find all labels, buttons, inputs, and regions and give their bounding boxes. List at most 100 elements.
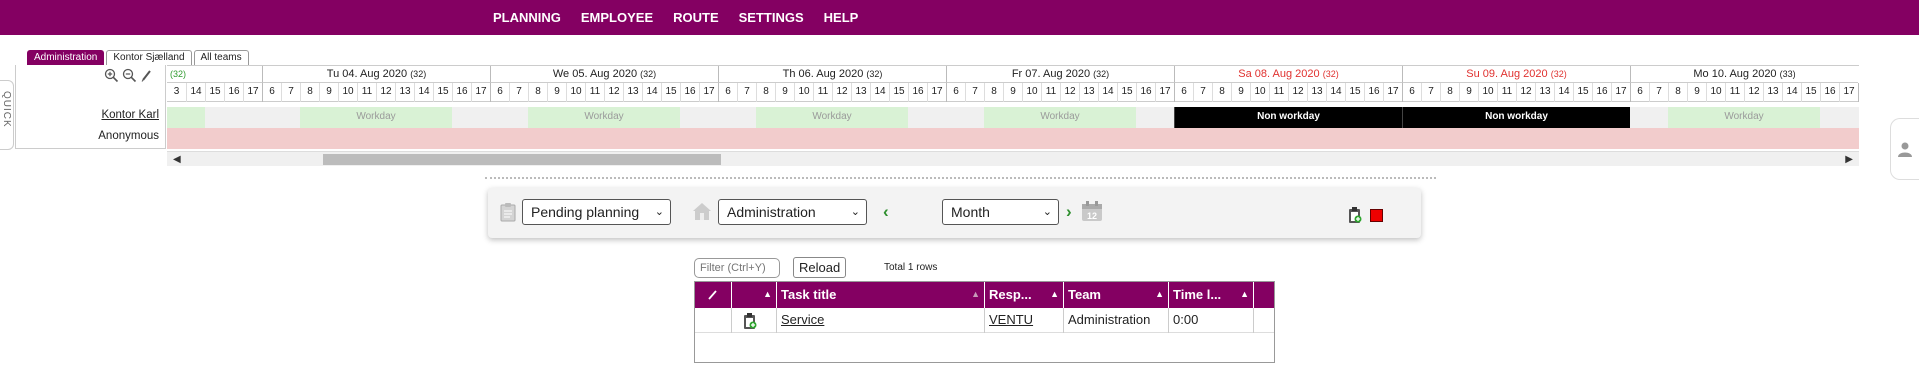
- hour-cell: 16: [1592, 83, 1611, 102]
- column-resp[interactable]: Resp... ▲: [985, 282, 1064, 308]
- task-clipboard-icon[interactable]: [743, 312, 757, 330]
- hour-cell: 8: [1668, 83, 1687, 102]
- hour-cell: 8: [528, 83, 547, 102]
- non-workday-bar[interactable]: Non workday: [1402, 107, 1630, 128]
- workday-bar[interactable]: Workday: [300, 107, 452, 128]
- hour-cell: 14: [414, 83, 433, 102]
- hour-cell: 15: [661, 83, 680, 102]
- zoom-out-icon[interactable]: [122, 68, 137, 83]
- zoom-in-icon[interactable]: [104, 68, 119, 83]
- day-header[interactable]: We 05. Aug 2020 (32): [490, 66, 718, 83]
- hour-cell: 17: [471, 83, 490, 102]
- column-time-label: Time l...: [1173, 287, 1222, 302]
- hour-cell: 10: [1706, 83, 1725, 102]
- row-edit-cell: [695, 308, 732, 333]
- scroll-thumb[interactable]: [323, 154, 721, 165]
- gantt-chart[interactable]: (32) Tu 04. Aug 2020 (32) We 05. Aug 2020 …: [167, 65, 1859, 166]
- period-select[interactable]: Month ⌄: [942, 199, 1059, 225]
- task-table: ▲ Task title ▲ Resp... ▲ Team ▲ Time l..…: [694, 281, 1275, 363]
- hour-cell: 11: [1041, 83, 1060, 102]
- edit-column-header[interactable]: [695, 282, 732, 308]
- nav-settings[interactable]: SETTINGS: [739, 10, 804, 25]
- hour-cell: 17: [1839, 83, 1858, 102]
- hour-cell: 7: [1421, 83, 1440, 102]
- hour-cell: 9: [1231, 83, 1250, 102]
- hour-cell: 10: [566, 83, 585, 102]
- nav-route[interactable]: ROUTE: [673, 10, 719, 25]
- tab-administration[interactable]: Administration: [27, 50, 105, 65]
- icon-column-header[interactable]: ▲: [732, 282, 777, 308]
- task-title-link[interactable]: Service: [777, 308, 985, 333]
- week-number: (32): [640, 69, 657, 79]
- hour-cell: 15: [205, 83, 224, 102]
- user-panel-handle[interactable]: [1890, 118, 1919, 180]
- responsible-link[interactable]: VENTU: [985, 308, 1064, 333]
- nav-employee[interactable]: EMPLOYEE: [581, 10, 653, 25]
- week-number: (32): [170, 69, 187, 79]
- reload-button[interactable]: Reload: [793, 257, 847, 278]
- workday-bar[interactable]: Workday: [528, 107, 680, 128]
- hour-cell: 9: [1459, 83, 1478, 102]
- hour-cell: 16: [224, 83, 243, 102]
- day-label: Fr 07. Aug 2020: [1011, 68, 1094, 80]
- column-task-title[interactable]: Task title ▲: [777, 282, 985, 308]
- horizontal-scrollbar[interactable]: ◀ ▶: [167, 151, 1859, 166]
- chevron-down-icon: ⌄: [654, 206, 664, 218]
- scroll-left-icon[interactable]: ◀: [173, 154, 181, 165]
- anonymous-row[interactable]: [167, 128, 1859, 149]
- workday-bar[interactable]: Workday: [1668, 107, 1820, 128]
- team-select[interactable]: Administration ⌄: [718, 199, 867, 225]
- hour-headers: 3 14 15 16 17 6 7 8 9 10 11 12 13 14 15 16 17 6 7 8 9 10 11 12 1…: [167, 83, 1859, 102]
- hour-cell: 12: [376, 83, 395, 102]
- next-period-icon[interactable]: ›: [1066, 202, 1072, 222]
- workday-bar[interactable]: Workday: [984, 107, 1136, 128]
- workday-bar[interactable]: [167, 107, 205, 128]
- day-header[interactable]: Mo 10. Aug 2020 (33): [1630, 66, 1858, 83]
- previous-period-icon[interactable]: ‹: [883, 202, 889, 222]
- day-header[interactable]: Tu 04. Aug 2020 (32): [262, 66, 490, 83]
- hour-cell: 6: [490, 83, 509, 102]
- tab-kontor-sjaelland[interactable]: Kontor Sjælland: [106, 50, 192, 65]
- hour-cell: 7: [965, 83, 984, 102]
- add-task-icon[interactable]: [1348, 206, 1362, 224]
- non-workday-bar[interactable]: Non workday: [1174, 107, 1402, 128]
- hour-cell: 14: [1098, 83, 1117, 102]
- hour-cell: 9: [1003, 83, 1022, 102]
- tab-all-teams[interactable]: All teams: [193, 50, 249, 65]
- day-header[interactable]: Sa 08. Aug 2020 (32): [1174, 66, 1402, 83]
- column-time[interactable]: Time l... ▲: [1169, 282, 1254, 308]
- stop-button[interactable]: [1370, 209, 1383, 222]
- pencil-icon: [708, 290, 717, 300]
- hour-cell: 10: [794, 83, 813, 102]
- status-select[interactable]: Pending planning ⌄: [522, 199, 671, 225]
- sort-icon: ▲: [971, 289, 980, 299]
- hour-cell: 13: [1535, 83, 1554, 102]
- scroll-right-icon[interactable]: ▶: [1845, 154, 1853, 165]
- nav-planning[interactable]: PLANNING: [493, 10, 561, 25]
- nav-help[interactable]: HELP: [824, 10, 859, 25]
- section-divider: [485, 177, 1436, 179]
- hour-cell: 11: [813, 83, 832, 102]
- hour-cell: 6: [718, 83, 737, 102]
- hour-cell: 10: [338, 83, 357, 102]
- quick-panel-handle[interactable]: QUICK: [0, 80, 14, 150]
- hour-cell: 12: [604, 83, 623, 102]
- hour-cell: 6: [946, 83, 965, 102]
- filter-input[interactable]: [694, 258, 780, 278]
- pencil-icon[interactable]: [140, 68, 153, 83]
- day-header[interactable]: Fr 07. Aug 2020 (32): [946, 66, 1174, 83]
- column-team-label: Team: [1068, 287, 1101, 302]
- row-label-kontor-karl[interactable]: Kontor Karl: [101, 109, 159, 121]
- time-cell: 0:00: [1169, 308, 1254, 333]
- hour-cell: 16: [1820, 83, 1839, 102]
- calendar-icon[interactable]: 12: [1081, 200, 1103, 222]
- day-header[interactable]: Th 06. Aug 2020 (32): [718, 66, 946, 83]
- table-row[interactable]: Service VENTU Administration 0:00: [695, 308, 1274, 333]
- hour-cell: 8: [300, 83, 319, 102]
- day-header[interactable]: Su 09. Aug 2020 (32): [1402, 66, 1630, 83]
- team-select-value: Administration: [727, 204, 816, 220]
- column-team[interactable]: Team ▲: [1064, 282, 1169, 308]
- workday-bar[interactable]: Workday: [756, 107, 908, 128]
- hour-cell: 11: [1269, 83, 1288, 102]
- hour-cell: 15: [1117, 83, 1136, 102]
